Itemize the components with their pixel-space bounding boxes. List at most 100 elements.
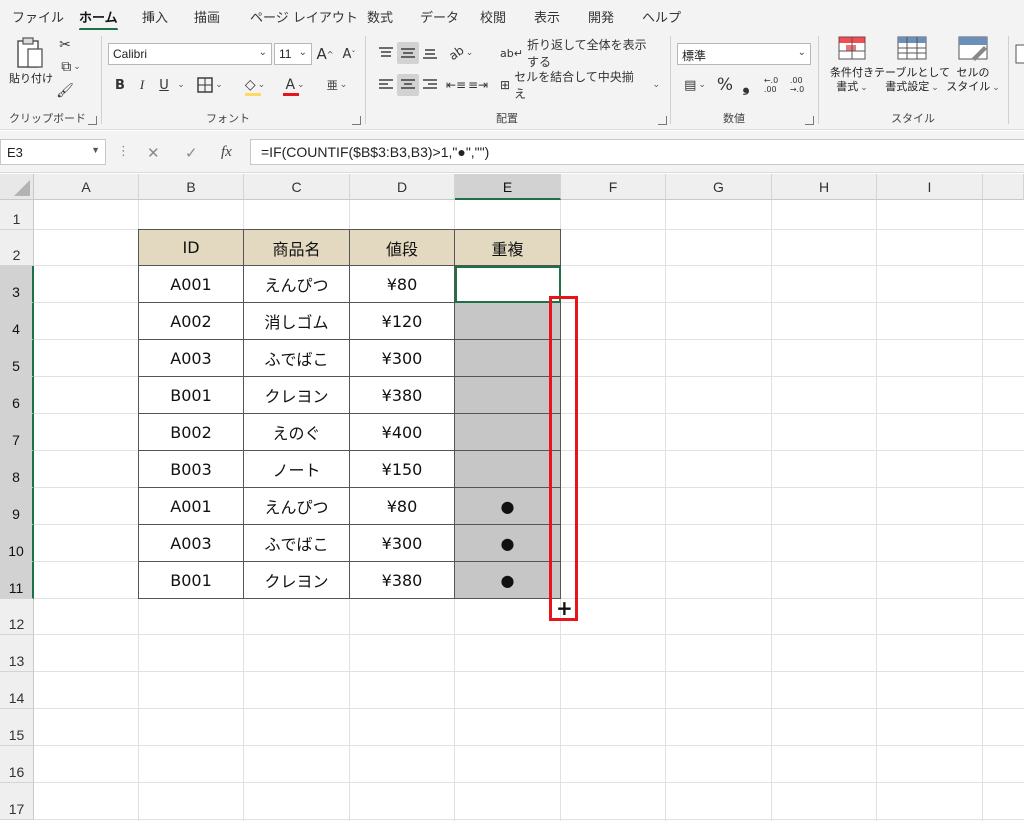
comma-button[interactable]: ❟ — [737, 74, 755, 96]
duplicate-flag-cell[interactable] — [455, 266, 561, 303]
increase-decimal-button[interactable]: ←.0 .00 — [759, 72, 783, 98]
table-cell[interactable]: B001 — [139, 562, 244, 599]
align-center-button[interactable] — [397, 74, 419, 96]
column-header-h[interactable]: H — [772, 174, 877, 200]
align-right-button[interactable] — [420, 74, 440, 96]
more-options-icon[interactable]: ⋮ — [117, 144, 130, 159]
table-cell[interactable]: A003 — [139, 525, 244, 562]
underline-button[interactable]: U — [154, 74, 174, 96]
table-cell[interactable]: ¥300 — [350, 340, 455, 377]
column-header-partial[interactable] — [983, 174, 1024, 200]
paste-button[interactable] — [10, 36, 48, 70]
table-cell[interactable]: ¥150 — [350, 451, 455, 488]
cut-button[interactable]: ✂ — [56, 36, 74, 54]
row-header-2[interactable]: 2 — [0, 230, 34, 266]
row-header-15[interactable]: 15 — [0, 709, 34, 746]
alignment-dialog-launcher-icon[interactable] — [658, 116, 667, 125]
table-cell[interactable]: えんぴつ — [244, 266, 350, 303]
font-color-button[interactable]: A ⌄ — [278, 74, 312, 96]
table-cell[interactable]: ¥80 — [350, 266, 455, 303]
row-header-12[interactable]: 12 — [0, 599, 34, 635]
borders-button[interactable]: ⌄ — [194, 74, 226, 96]
table-header-cell[interactable]: 商品名 — [244, 230, 350, 266]
number-format-select[interactable]: 標準 ⌄ — [677, 43, 811, 65]
table-cell[interactable]: A002 — [139, 303, 244, 340]
duplicate-flag-cell[interactable]: ● — [455, 525, 561, 562]
table-header-cell[interactable]: 重複 — [455, 230, 561, 266]
menu-tab-10[interactable]: ヘルプ — [642, 7, 681, 26]
table-cell[interactable]: えんぴつ — [244, 488, 350, 525]
copy-button[interactable]: ⧉ ⌄ — [56, 58, 86, 76]
table-cell[interactable]: ¥380 — [350, 377, 455, 414]
table-cell[interactable]: 消しゴム — [244, 303, 350, 340]
menu-tab-6[interactable]: データ — [420, 7, 459, 26]
decrease-decimal-button[interactable]: .00 →.0 — [785, 72, 809, 98]
table-cell[interactable]: ふでばこ — [244, 525, 350, 562]
table-cell[interactable]: ¥380 — [350, 562, 455, 599]
menu-tab-0[interactable]: ファイル — [12, 7, 64, 26]
row-header-4[interactable]: 4 — [0, 303, 34, 340]
table-cell[interactable]: A003 — [139, 340, 244, 377]
table-cell[interactable]: A001 — [139, 266, 244, 303]
row-header-6[interactable]: 6 — [0, 377, 34, 414]
menu-tab-5[interactable]: 数式 — [367, 7, 393, 26]
column-header-c[interactable]: C — [244, 174, 350, 200]
align-top-button[interactable] — [376, 42, 396, 64]
grow-font-button[interactable]: A ^ — [314, 43, 336, 65]
menu-tab-2[interactable]: 挿入 — [142, 7, 168, 26]
column-header-f[interactable]: F — [561, 174, 666, 200]
row-header-5[interactable]: 5 — [0, 340, 34, 377]
enter-icon[interactable]: ✓ — [185, 144, 198, 162]
align-left-button[interactable] — [376, 74, 396, 96]
column-header-g[interactable]: G — [666, 174, 772, 200]
italic-button[interactable]: I — [132, 74, 152, 96]
clipboard-dialog-launcher-icon[interactable] — [88, 116, 97, 125]
duplicate-flag-cell[interactable] — [455, 340, 561, 377]
phonetic-button[interactable]: 亜 ⌄ — [320, 74, 354, 96]
shrink-font-button[interactable]: Aˇ — [338, 43, 360, 65]
menu-tab-4[interactable]: ページ レイアウト — [250, 7, 358, 26]
wrap-text-button[interactable]: ab↵ 折り返して全体を表示する — [500, 38, 658, 69]
row-header-9[interactable]: 9 — [0, 488, 34, 525]
menu-tab-7[interactable]: 校閲 — [480, 7, 506, 26]
underline-dropdown[interactable]: ⌄ — [174, 74, 186, 96]
merge-center-button[interactable]: ⊞ セルを結合して中央揃え ⌄ — [500, 70, 660, 101]
row-header-17[interactable]: 17 — [0, 783, 34, 820]
table-cell[interactable]: B003 — [139, 451, 244, 488]
row-header-1[interactable]: 1 — [0, 200, 34, 230]
table-cell[interactable]: クレヨン — [244, 562, 350, 599]
align-middle-button[interactable] — [397, 42, 419, 64]
conditional-formatting-button[interactable]: 条件付き 書式 ⌄ — [827, 36, 877, 108]
accounting-format-button[interactable]: ▤ ⌄ — [679, 74, 711, 96]
row-header-13[interactable]: 13 — [0, 635, 34, 672]
orientation-button[interactable]: ab ⌄ — [446, 42, 476, 64]
row-header-14[interactable]: 14 — [0, 672, 34, 709]
font-dialog-launcher-icon[interactable] — [352, 116, 361, 125]
row-header-11[interactable]: 11 — [0, 562, 34, 599]
table-cell[interactable]: A001 — [139, 488, 244, 525]
column-header-i[interactable]: I — [877, 174, 983, 200]
table-header-cell[interactable]: ID — [139, 230, 244, 266]
cell-styles-button[interactable]: セルの スタイル ⌄ — [946, 36, 1000, 108]
table-cell[interactable]: クレヨン — [244, 377, 350, 414]
row-header-16[interactable]: 16 — [0, 746, 34, 783]
format-as-table-button[interactable]: テーブルとして 書式設定 ⌄ — [874, 36, 950, 108]
formula-input[interactable]: =IF(COUNTIF($B$3:B3,B3)>1,"●","") — [250, 139, 1024, 165]
menu-tab-1[interactable]: ホーム — [79, 7, 118, 31]
row-header-8[interactable]: 8 — [0, 451, 34, 488]
table-header-cell[interactable]: 値段 — [350, 230, 455, 266]
table-cell[interactable]: ¥120 — [350, 303, 455, 340]
menu-tab-3[interactable]: 描画 — [194, 7, 220, 26]
cells-insert-button-partial[interactable] — [1014, 40, 1024, 70]
row-header-10[interactable]: 10 — [0, 525, 34, 562]
duplicate-flag-cell[interactable]: ● — [455, 562, 561, 599]
menu-tab-8[interactable]: 表示 — [534, 7, 560, 26]
bold-button[interactable]: B — [110, 74, 130, 96]
table-cell[interactable]: ¥80 — [350, 488, 455, 525]
cancel-icon[interactable]: ✕ — [147, 144, 160, 162]
font-name-select[interactable]: Calibri ⌄ — [108, 43, 272, 65]
percent-button[interactable]: % — [715, 74, 735, 96]
decrease-indent-button[interactable]: ⇤≡ — [446, 74, 466, 96]
table-cell[interactable]: B002 — [139, 414, 244, 451]
duplicate-flag-cell[interactable] — [455, 451, 561, 488]
